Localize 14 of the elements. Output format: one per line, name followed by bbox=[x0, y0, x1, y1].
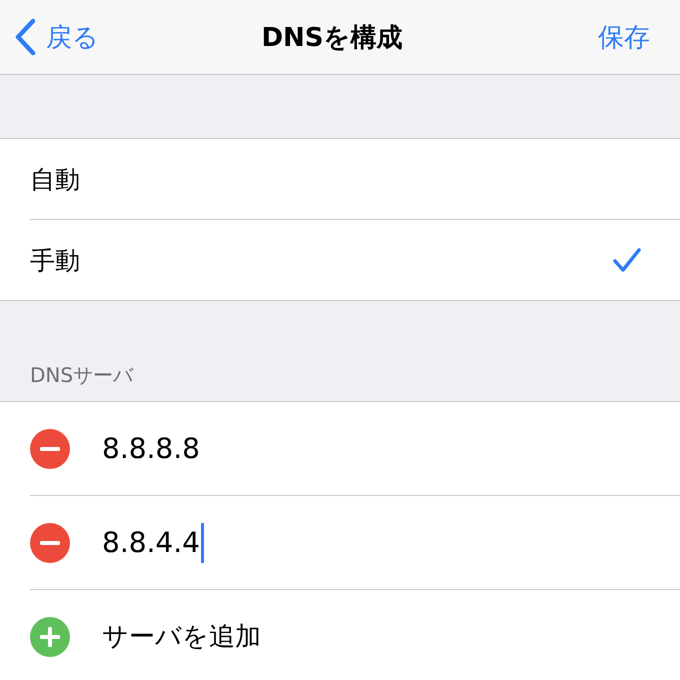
option-row[interactable]: 自動 bbox=[30, 139, 680, 220]
save-button[interactable]: 保存 bbox=[500, 20, 650, 54]
back-button[interactable]: 戻る bbox=[14, 18, 164, 56]
dns-address-field[interactable]: 8.8.4.4 bbox=[102, 522, 204, 562]
dns-address-field[interactable]: 8.8.8.8 bbox=[102, 428, 204, 468]
option-row[interactable]: 手動 bbox=[30, 220, 680, 300]
screen-title: DNSを構成 bbox=[261, 22, 403, 54]
section-header: DNSサーバ bbox=[30, 362, 134, 389]
remove-icon[interactable] bbox=[30, 522, 70, 562]
remove-icon[interactable] bbox=[30, 428, 70, 468]
add-icon[interactable] bbox=[30, 616, 70, 656]
checkmark-icon bbox=[612, 247, 642, 273]
chevron-left-icon bbox=[14, 18, 36, 56]
add-server-button[interactable]: サーバを追加 bbox=[102, 619, 261, 654]
